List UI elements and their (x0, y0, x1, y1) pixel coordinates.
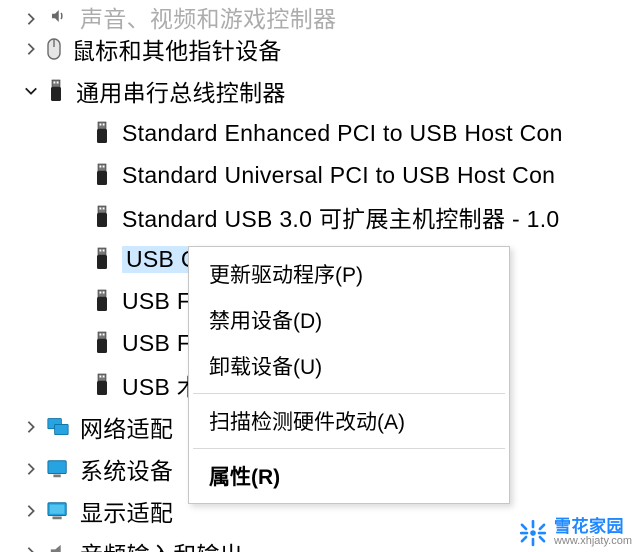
audio-icon (46, 541, 70, 552)
tree-label: Standard Enhanced PCI to USB Host Con (122, 120, 563, 147)
mouse-icon (46, 37, 62, 61)
tree-node-usb[interactable]: 通用串行总线控制器 (0, 70, 640, 112)
tree-child[interactable]: Standard Enhanced PCI to USB Host Con (0, 112, 640, 154)
tree-label: 系统设备 (80, 452, 173, 486)
usb-icon (92, 205, 112, 229)
chevron-right-icon[interactable] (22, 460, 40, 478)
usb-icon (92, 121, 112, 145)
watermark-url: www.xhjaty.com (554, 536, 632, 548)
context-menu: 更新驱动程序(P) 禁用设备(D) 卸载设备(U) 扫描检测硬件改动(A) 属性… (188, 246, 510, 504)
tree-label: USB F (122, 330, 191, 357)
chevron-down-icon[interactable] (22, 82, 40, 100)
network-icon (46, 415, 70, 439)
usb-icon (92, 373, 112, 397)
chevron-right-icon[interactable] (22, 502, 40, 520)
tree-label: 网络适配 (80, 410, 173, 444)
system-icon (46, 457, 70, 481)
menu-scan-hardware[interactable]: 扫描检测硬件改动(A) (191, 398, 507, 444)
tree-label: 通用串行总线控制器 (76, 74, 286, 108)
usb-icon (92, 163, 112, 187)
snowflake-icon (518, 518, 548, 548)
menu-uninstall-device[interactable]: 卸载设备(U) (191, 343, 507, 389)
tree-label: Standard USB 3.0 可扩展主机控制器 - 1.0 (122, 200, 560, 234)
menu-disable-device[interactable]: 禁用设备(D) (191, 297, 507, 343)
tree-label: USB F (122, 288, 191, 315)
watermark: 雪花家园 www.xhjaty.com (512, 512, 640, 552)
tree-label: 音频输入和输出 (80, 536, 243, 552)
tree-node-mouse[interactable]: 鼠标和其他指针设备 (0, 28, 640, 70)
usb-icon (92, 289, 112, 313)
watermark-text: 雪花家园 www.xhjaty.com (554, 518, 632, 547)
menu-separator (193, 393, 505, 394)
menu-update-driver[interactable]: 更新驱动程序(P) (191, 251, 507, 297)
chevron-right-icon[interactable] (22, 418, 40, 436)
chevron-right-icon[interactable] (22, 544, 40, 552)
chevron-right-icon[interactable] (22, 10, 40, 28)
tree-child[interactable]: Standard Universal PCI to USB Host Con (0, 154, 640, 196)
tree-child[interactable]: Standard USB 3.0 可扩展主机控制器 - 1.0 (0, 196, 640, 238)
tree-label: 鼠标和其他指针设备 (72, 32, 282, 66)
tree-node-sound[interactable]: 声音、视频和游戏控制器 (0, 0, 640, 28)
usb-icon (92, 331, 112, 355)
tree-label: Standard Universal PCI to USB Host Con (122, 162, 555, 189)
menu-separator (193, 448, 505, 449)
tree-label: 显示适配 (80, 494, 173, 528)
menu-properties[interactable]: 属性(R) (191, 453, 507, 499)
usb-icon (46, 79, 66, 103)
usb-icon (92, 247, 112, 271)
sound-icon (46, 4, 70, 28)
display-icon (46, 499, 70, 523)
chevron-right-icon[interactable] (22, 40, 40, 58)
watermark-name: 雪花家园 (554, 518, 632, 536)
